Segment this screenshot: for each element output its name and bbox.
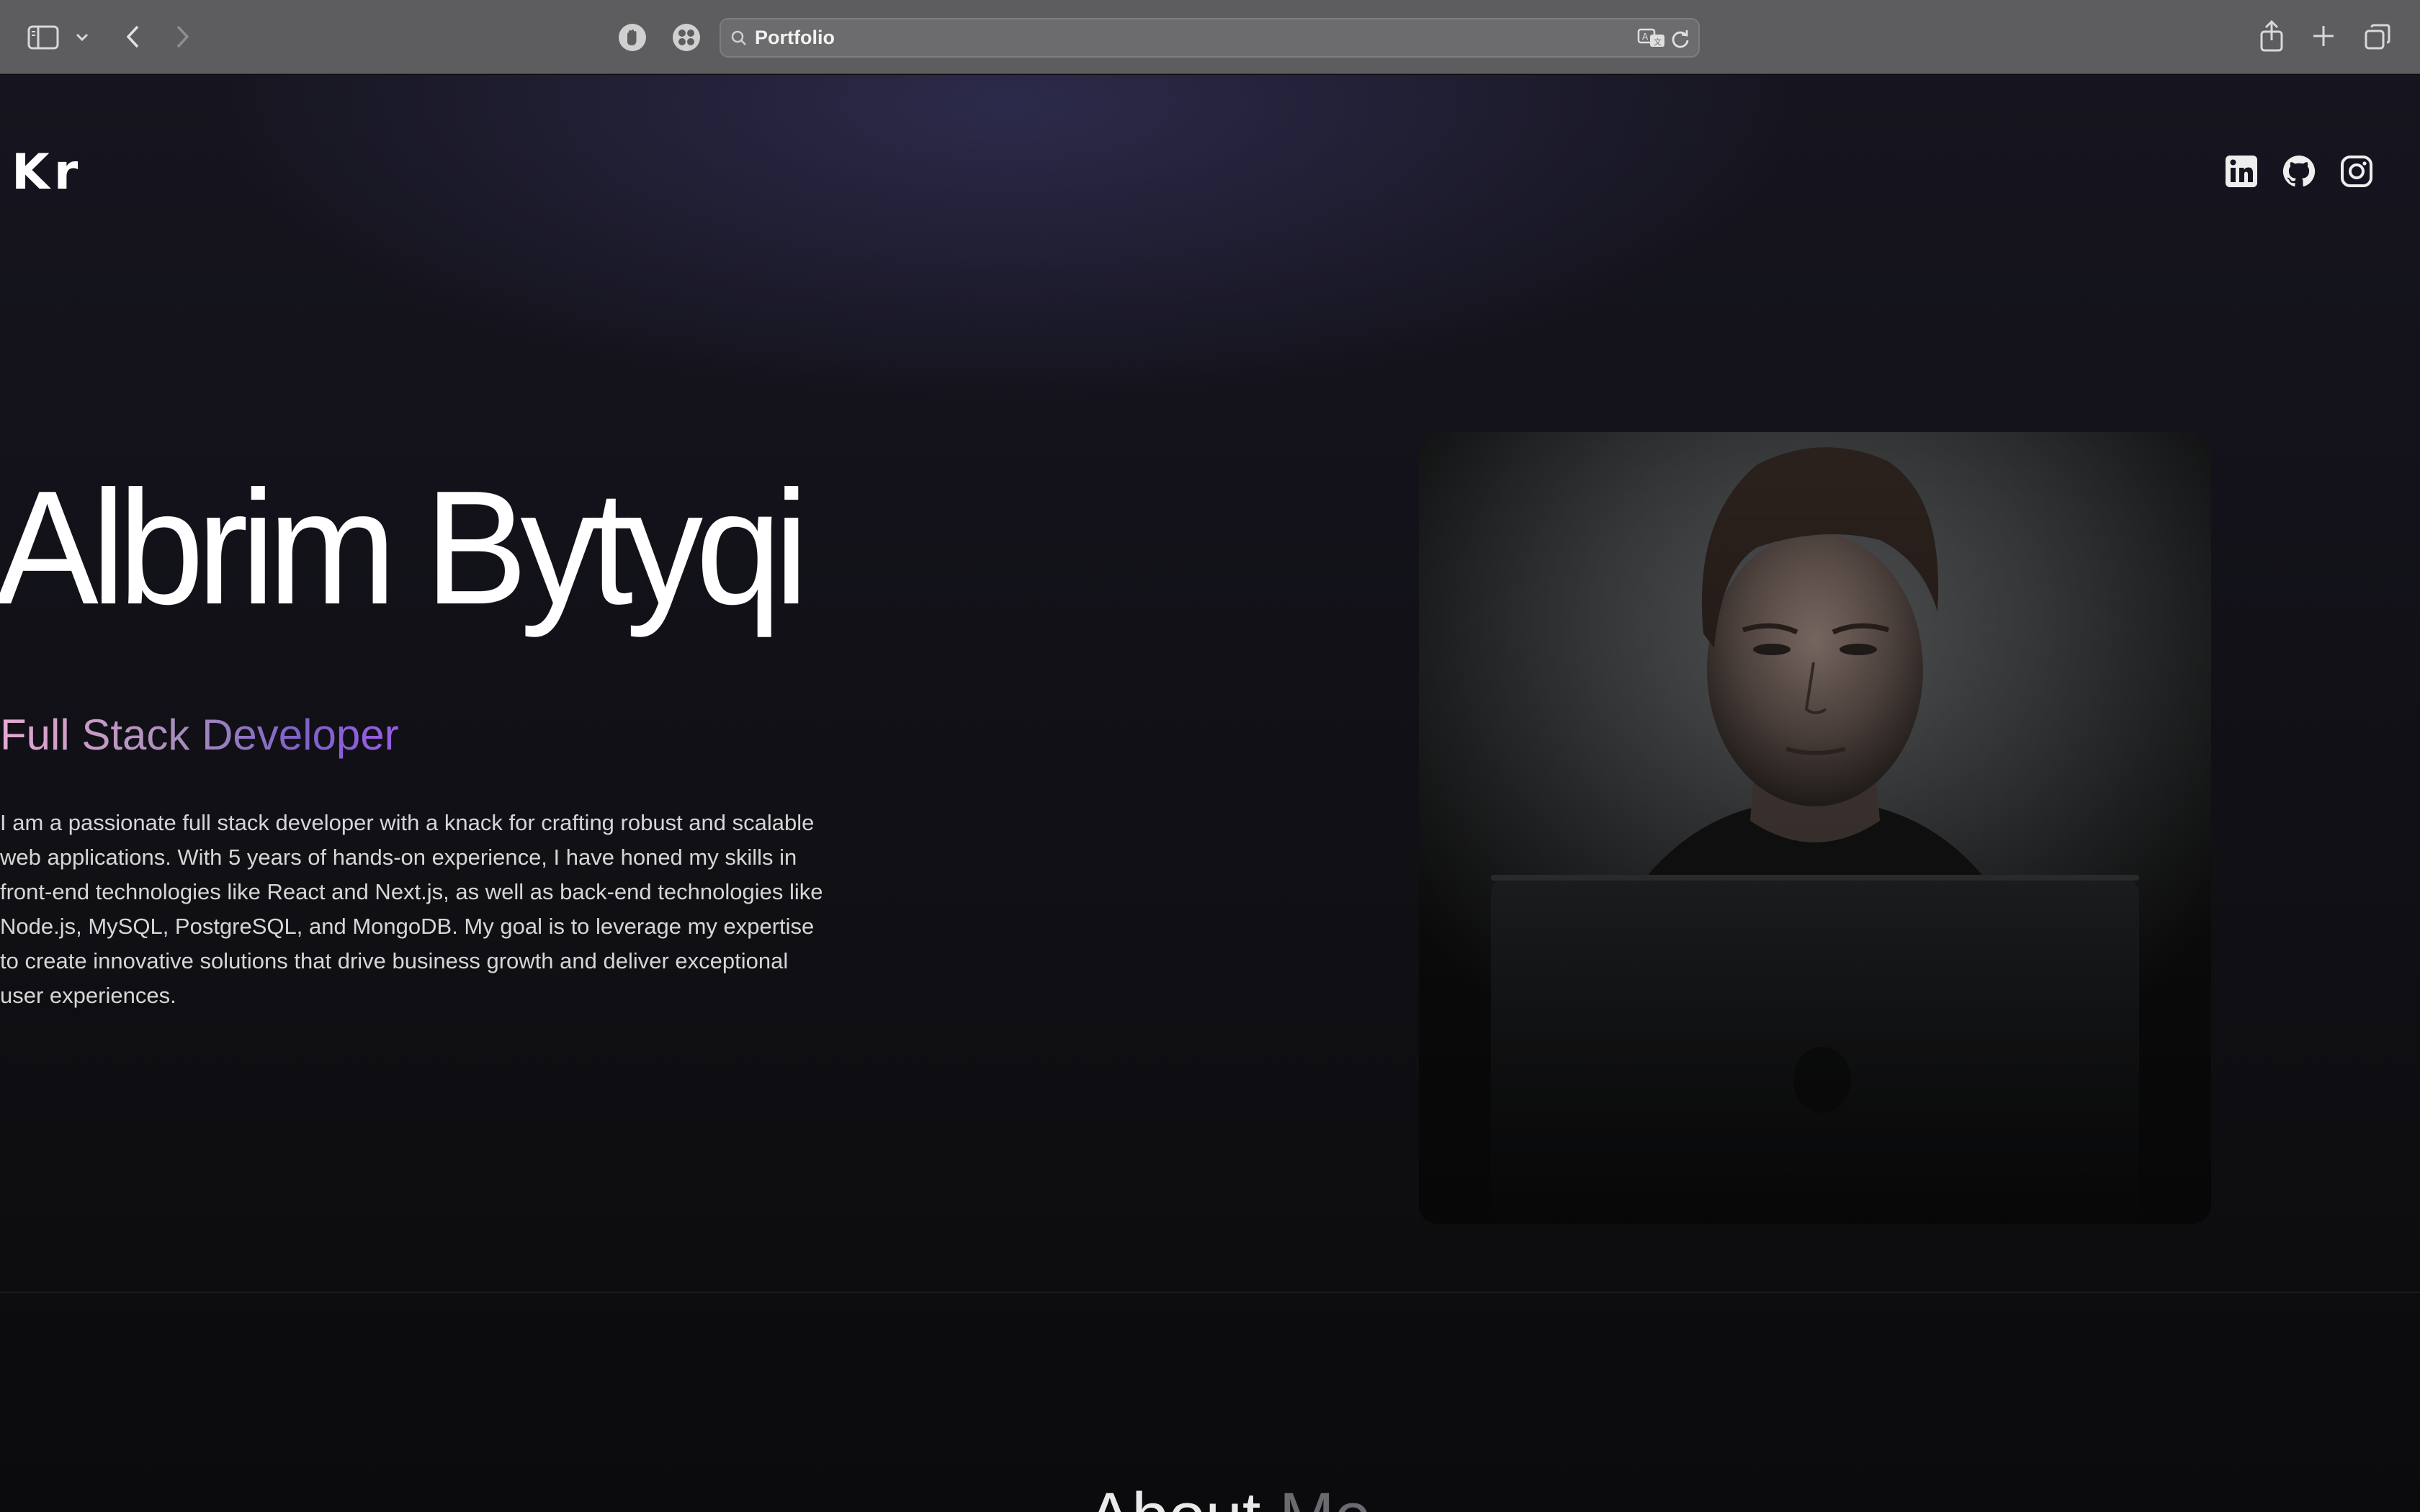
hero-name: Albrim Bytyqi <box>0 457 809 639</box>
instagram-icon[interactable] <box>2339 154 2374 189</box>
address-bar[interactable]: Portfolio A文 <box>720 18 1700 58</box>
svg-text:A: A <box>1642 32 1649 42</box>
about-section-heading: About Me <box>1088 1479 1371 1512</box>
profile-photo <box>1419 432 2211 1224</box>
translate-icon[interactable]: A文 <box>1637 27 1666 50</box>
linkedin-icon[interactable] <box>2224 154 2259 189</box>
plus-icon[interactable] <box>2309 22 2338 50</box>
hero-role: Full Stack Developer <box>0 711 399 759</box>
share-icon[interactable] <box>2257 19 2286 53</box>
portfolio-page: Kr Albrim Bytyqi Full Stack Developer I … <box>0 75 2420 1512</box>
svg-text:文: 文 <box>1654 37 1662 47</box>
tabs-overview-icon[interactable] <box>2362 22 2393 52</box>
reload-icon[interactable] <box>1669 27 1692 50</box>
search-icon <box>730 29 748 48</box>
github-icon[interactable] <box>2282 154 2316 189</box>
section-divider <box>0 1292 2420 1293</box>
about-heading-main: About <box>1088 1480 1279 1512</box>
chevron-left-icon[interactable] <box>121 22 144 52</box>
browser-toolbar: Portfolio A文 <box>0 0 2420 74</box>
chevron-right-icon[interactable] <box>171 22 194 52</box>
sidebar-icon[interactable] <box>26 22 60 53</box>
about-heading-accent: Me <box>1279 1480 1371 1512</box>
address-text: Portfolio <box>755 27 835 48</box>
site-logo[interactable]: Kr <box>12 144 82 201</box>
hero-bio: I am a passionate full stack developer w… <box>0 810 823 1008</box>
chevron-down-icon[interactable] <box>72 27 92 48</box>
puzzle-extension-icon[interactable] <box>671 22 702 53</box>
shield-hand-icon[interactable] <box>617 22 648 53</box>
